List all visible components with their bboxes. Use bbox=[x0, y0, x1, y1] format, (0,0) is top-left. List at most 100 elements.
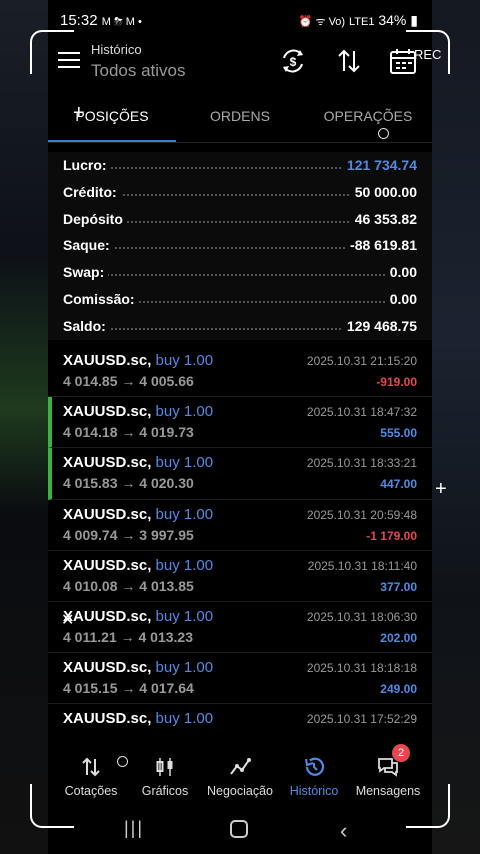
deal-prices: 4 014.18 → 4 019.73 bbox=[63, 424, 194, 441]
status-system-icons: ⏰ ᯤ Vo) bbox=[298, 16, 346, 28]
unread-badge: 2 bbox=[392, 744, 410, 762]
deal-side: buy 1.00 bbox=[155, 710, 214, 728]
nav-label: Negociação bbox=[206, 784, 273, 798]
deal-symbol: XAUUSD.sc, buy 1.00 bbox=[63, 556, 214, 574]
recording-frame-corner bbox=[406, 30, 450, 74]
summary-value: 50 000.00 bbox=[350, 183, 417, 200]
deal-symbol: XAUUSD.sc, buy 1.00 bbox=[63, 607, 214, 625]
status-notification-icons: M ⛈ M • bbox=[101, 16, 142, 28]
recent-apps-icon[interactable]: ||| bbox=[124, 818, 144, 839]
status-time: 15:32 bbox=[60, 12, 98, 29]
deal-prices: 4 011.21 → 4 013.23 bbox=[63, 628, 193, 645]
refresh-currency-icon[interactable]: $ bbox=[278, 46, 308, 76]
summary-row-withdrawal: Saque: -88 619.81 bbox=[48, 232, 432, 259]
deal-time: 2025.10.31 18:47:32 bbox=[306, 405, 417, 420]
background-left bbox=[0, 0, 48, 854]
deal-time: 2025.10.31 20:59:48 bbox=[306, 507, 417, 522]
deal-row[interactable]: XAUUSD.sc, buy 1.00 4 010.08 → 4 013.85 … bbox=[48, 551, 432, 602]
account-summary: Lucro: 121 734.74 Crédito: 50 000.00 Dep… bbox=[48, 152, 432, 340]
nav-trade[interactable]: Negociação bbox=[200, 750, 280, 798]
tab-orders[interactable]: ORDENS bbox=[176, 108, 304, 124]
svg-text:$: $ bbox=[290, 55, 297, 69]
arrows-updown-icon bbox=[82, 757, 100, 777]
deal-row[interactable]: XAUUSD.sc, buy 1.00 4 015.83 → 4 020.30 … bbox=[48, 448, 432, 500]
deal-prices: 4 015.83 → 4 020.30 bbox=[63, 475, 194, 492]
nav-label: Gráficos bbox=[141, 784, 189, 798]
plus-marker-icon: ✕ bbox=[61, 612, 75, 629]
summary-row-commission: Comissão: 0.00 bbox=[48, 286, 432, 313]
deal-side: buy 1.00 bbox=[155, 659, 214, 677]
nav-history[interactable]: Histórico bbox=[274, 750, 354, 798]
deal-symbol: XAUUSD.sc, buy 1.00 bbox=[63, 403, 214, 421]
battery-level: 34% bbox=[378, 12, 407, 28]
plus-marker-icon: + bbox=[435, 478, 447, 500]
summary-label: Crédito: bbox=[63, 183, 121, 200]
trend-line-icon bbox=[230, 758, 251, 775]
deal-prices: 4 009.74 → 3 997.95 bbox=[63, 526, 194, 543]
deal-row[interactable]: XAUUSD.sc, buy 1.00 4 014.85 → 4 005.66 … bbox=[48, 346, 432, 398]
deal-time: 2025.10.31 21:15:20 bbox=[306, 354, 417, 368]
symbol-filter[interactable]: Todos ativos bbox=[91, 61, 186, 81]
summary-row-credit: Crédito: 50 000.00 bbox=[48, 179, 432, 206]
deal-time: 2025.10.31 18:06:30 bbox=[306, 609, 417, 624]
deal-time: 2025.10.31 18:11:40 bbox=[307, 558, 417, 573]
summary-value: 0.00 bbox=[385, 264, 417, 281]
system-navigation-bar: ||| ‹ bbox=[0, 808, 480, 852]
plus-marker-icon: + bbox=[73, 102, 85, 124]
home-icon[interactable] bbox=[230, 820, 248, 838]
history-icon bbox=[305, 757, 325, 776]
app-header: Histórico Todos ativos $ REC bbox=[48, 40, 441, 92]
deal-side: buy 1.00 bbox=[155, 556, 214, 574]
deal-time: 2025.10.31 18:33:21 bbox=[306, 456, 417, 471]
deal-prices: 4 010.08 → 4 013.85 bbox=[63, 577, 194, 594]
summary-row-swap: Swap: 0.00 bbox=[48, 259, 432, 286]
bottom-navigation: Cotações Gráficos Negociação Histórico M… bbox=[48, 744, 432, 810]
summary-row-deposit: Depósito 46 353.82 bbox=[48, 206, 432, 233]
deal-side: buy 1.00 bbox=[155, 505, 214, 523]
deal-row[interactable]: XAUUSD.sc, buy 1.00 4 014.18 → 4 019.73 … bbox=[48, 397, 432, 449]
summary-value: -88 619.81 bbox=[346, 237, 417, 254]
app-screen: Histórico Todos ativos $ REC POSIÇÕES OR… bbox=[48, 30, 441, 830]
summary-value: 121 734.74 bbox=[342, 157, 417, 173]
recording-frame-corner bbox=[30, 30, 74, 74]
deal-profit: 202.00 bbox=[380, 630, 417, 645]
tab-positions[interactable]: POSIÇÕES bbox=[48, 108, 176, 124]
deal-row[interactable]: XAUUSD.sc, buy 1.00 4 009.74 → 3 997.95 … bbox=[48, 500, 432, 551]
summary-label: Depósito bbox=[63, 210, 127, 227]
deal-row[interactable]: XAUUSD.sc, buy 1.00 4 015.15 → 4 017.64 … bbox=[48, 653, 432, 705]
deal-side: buy 1.00 bbox=[155, 607, 214, 625]
deals-list[interactable]: XAUUSD.sc, buy 1.00 4 014.85 → 4 005.66 … bbox=[48, 346, 432, 750]
deal-time: 2025.10.31 18:18:18 bbox=[306, 661, 417, 676]
deal-side: buy 1.00 bbox=[155, 352, 214, 369]
summary-label: Saque: bbox=[63, 237, 114, 254]
summary-value: 46 353.82 bbox=[350, 210, 417, 227]
nav-charts[interactable]: Gráficos bbox=[125, 750, 205, 798]
deal-row[interactable]: XAUUSD.sc, buy 1.00 4 011.21 → 4 013.23 … bbox=[48, 602, 432, 654]
dot-leader bbox=[63, 274, 417, 277]
deal-symbol: XAUUSD.sc, buy 1.00 bbox=[63, 454, 214, 472]
deal-side: buy 1.00 bbox=[155, 403, 214, 421]
deal-symbol: XAUUSD.sc, buy 1.00 bbox=[63, 710, 214, 728]
deal-profit: -1 179.00 bbox=[366, 528, 417, 543]
deal-symbol: XAUUSD.sc, buy 1.00 bbox=[63, 659, 214, 677]
nav-label: Histórico bbox=[289, 784, 339, 798]
background-right bbox=[432, 0, 480, 854]
summary-value: 0.00 bbox=[385, 290, 417, 307]
status-left: 15:32 M ⛈ M • bbox=[60, 12, 142, 29]
battery-icon: ▮ bbox=[410, 12, 418, 28]
summary-row-balance: Saldo: 129 468.75 bbox=[48, 313, 432, 340]
sort-icon[interactable] bbox=[334, 46, 364, 76]
touch-indicator-icon bbox=[378, 128, 389, 139]
touch-indicator-icon bbox=[117, 756, 128, 767]
deal-profit: -919.00 bbox=[376, 375, 417, 389]
deal-row[interactable]: XAUUSD.sc, buy 1.00 2025.10.31 17:52:29 bbox=[48, 704, 432, 750]
tab-deals[interactable]: OPERAÇÕES bbox=[304, 108, 432, 124]
deal-side: buy 1.00 bbox=[155, 454, 214, 472]
summary-label: Swap: bbox=[63, 264, 109, 281]
deal-time: 2025.10.31 17:52:29 bbox=[306, 712, 417, 727]
status-right: ⏰ ᯤ Vo) LTE1 34% ▮ bbox=[299, 12, 418, 29]
back-icon[interactable]: ‹ bbox=[340, 818, 347, 844]
status-lte: LTE1 bbox=[348, 16, 375, 28]
tabs-divider bbox=[48, 142, 432, 143]
deal-profit: 555.00 bbox=[380, 426, 417, 441]
